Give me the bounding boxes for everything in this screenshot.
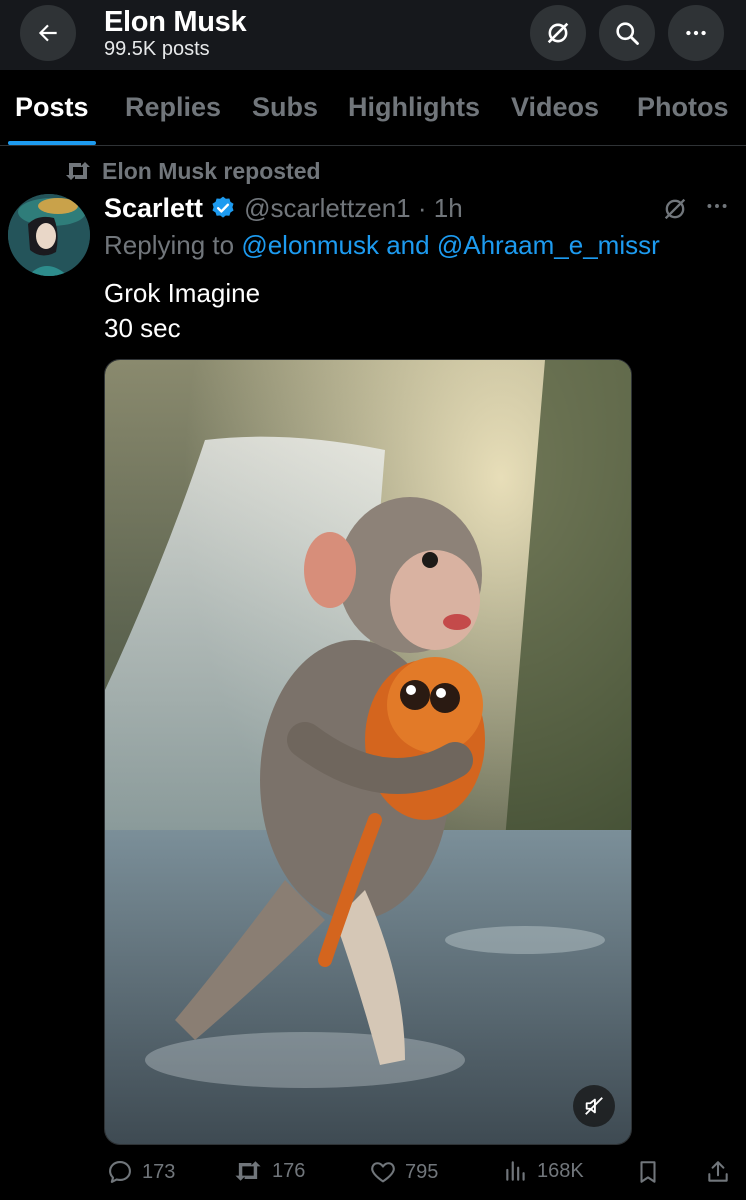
post-grok-button[interactable] xyxy=(661,195,689,228)
profile-title: Elon Musk xyxy=(104,6,247,38)
reply-icon xyxy=(109,1161,131,1183)
tab-posts[interactable]: Posts xyxy=(15,92,89,123)
views-button[interactable]: 168K xyxy=(503,1158,584,1184)
profile-tabs: Posts Replies Subs Highlights Videos Pho… xyxy=(0,70,746,146)
mention-link[interactable]: @elonmusk xyxy=(241,230,379,260)
like-button[interactable]: 795 xyxy=(369,1158,438,1186)
more-horizontal-icon xyxy=(707,204,727,208)
reply-count: 173 xyxy=(142,1160,176,1183)
post-count: 99.5K posts xyxy=(104,38,210,60)
replying-to: Replying to @elonmusk and @Ahraam_e_miss… xyxy=(104,230,660,261)
mention-and: and xyxy=(386,230,430,260)
replying-prefix: Replying to xyxy=(104,230,235,260)
post-text: Grok Imagine 30 sec xyxy=(104,276,260,346)
tab-subs[interactable]: Subs xyxy=(252,92,318,123)
repost-icon xyxy=(235,1161,261,1181)
profile-header: Elon Musk 99.5K posts xyxy=(0,0,746,70)
avatar-image xyxy=(8,194,90,276)
unmute-button[interactable] xyxy=(573,1085,615,1127)
more-horizontal-icon xyxy=(686,30,706,36)
repost-label: Elon Musk reposted xyxy=(102,157,321,184)
repost-count: 176 xyxy=(272,1159,306,1182)
bookmark-button[interactable] xyxy=(635,1158,661,1186)
post-author-line: Scarlett @scarlettzen1 · 1h xyxy=(104,191,463,225)
post-text-line: 30 sec xyxy=(104,313,181,343)
verified-badge-icon xyxy=(212,196,234,218)
like-count: 795 xyxy=(405,1160,439,1183)
tab-highlights[interactable]: Highlights xyxy=(348,92,480,123)
search-icon xyxy=(616,22,639,45)
video-muted-icon xyxy=(585,1097,603,1115)
heart-icon xyxy=(371,1162,395,1183)
tab-photos[interactable]: Photos xyxy=(637,92,729,123)
post-text-line: Grok Imagine xyxy=(104,278,261,308)
post-video[interactable] xyxy=(104,359,632,1145)
share-button[interactable] xyxy=(705,1158,731,1186)
post-actions-bar: 173 176 795 168K xyxy=(0,1150,746,1200)
grok-icon xyxy=(664,198,686,220)
bookmark-icon xyxy=(640,1161,656,1183)
post-more-button[interactable] xyxy=(704,196,730,221)
search-button[interactable] xyxy=(599,5,655,61)
reply-button[interactable]: 173 xyxy=(106,1158,175,1186)
author-name[interactable]: Scarlett xyxy=(104,193,203,224)
view-count: 168K xyxy=(537,1159,584,1182)
author-avatar[interactable] xyxy=(8,194,90,276)
analytics-icon xyxy=(506,1161,525,1181)
active-tab-indicator xyxy=(8,141,96,145)
more-options-button[interactable] xyxy=(668,5,724,61)
back-button[interactable] xyxy=(20,5,76,61)
tab-replies[interactable]: Replies xyxy=(125,92,221,123)
arrow-left-icon xyxy=(38,24,57,42)
repost-button[interactable]: 176 xyxy=(232,1158,305,1184)
tab-videos[interactable]: Videos xyxy=(511,92,599,123)
share-icon xyxy=(708,1161,728,1182)
grok-icon xyxy=(547,22,569,44)
mention-link[interactable]: @Ahraam_e_missr xyxy=(437,230,660,260)
repost-icon xyxy=(66,162,90,180)
author-handle-time[interactable]: @scarlettzen1 · 1h xyxy=(244,193,463,224)
video-frame-image xyxy=(105,360,631,1144)
repost-context[interactable]: Elon Musk reposted xyxy=(64,156,321,186)
grok-button[interactable] xyxy=(530,5,586,61)
